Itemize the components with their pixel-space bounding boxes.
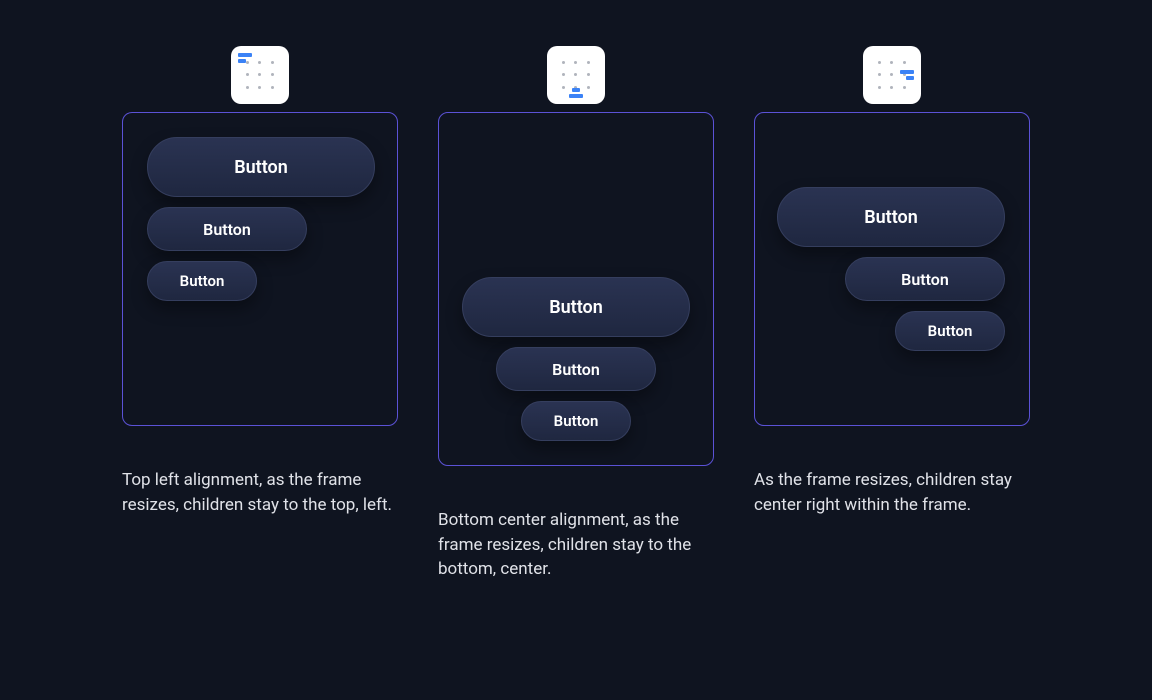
caption-bottom-center: Bottom center alignment, as the frame re… — [438, 508, 714, 582]
caption-top-left: Top left alignment, as the frame resizes… — [122, 468, 398, 517]
alignment-center-right-icon — [863, 46, 921, 104]
example-center-right: Button Button Button As the frame resize… — [754, 46, 1030, 582]
button-large: Button — [777, 187, 1005, 247]
example-bottom-center: Button Button Button Bottom center align… — [438, 46, 714, 582]
frame-top-left: Button Button Button — [122, 112, 398, 426]
indicator-top-left-icon — [238, 53, 252, 63]
indicator-bottom-center-icon — [569, 88, 583, 98]
examples-row: Button Button Button Top left alignment,… — [0, 0, 1152, 582]
indicator-center-right-icon — [900, 70, 914, 80]
button-large: Button — [147, 137, 375, 197]
button-large: Button — [462, 277, 690, 337]
button-small: Button — [895, 311, 1005, 351]
example-top-left: Button Button Button Top left alignment,… — [122, 46, 398, 582]
frame-center-right: Button Button Button — [754, 112, 1030, 426]
button-medium: Button — [845, 257, 1005, 301]
button-medium: Button — [147, 207, 307, 251]
button-medium: Button — [496, 347, 656, 391]
frame-bottom-center: Button Button Button — [438, 112, 714, 466]
alignment-bottom-center-icon — [547, 46, 605, 104]
button-small: Button — [521, 401, 631, 441]
caption-center-right: As the frame resizes, children stay cent… — [754, 468, 1030, 517]
button-small: Button — [147, 261, 257, 301]
alignment-top-left-icon — [231, 46, 289, 104]
